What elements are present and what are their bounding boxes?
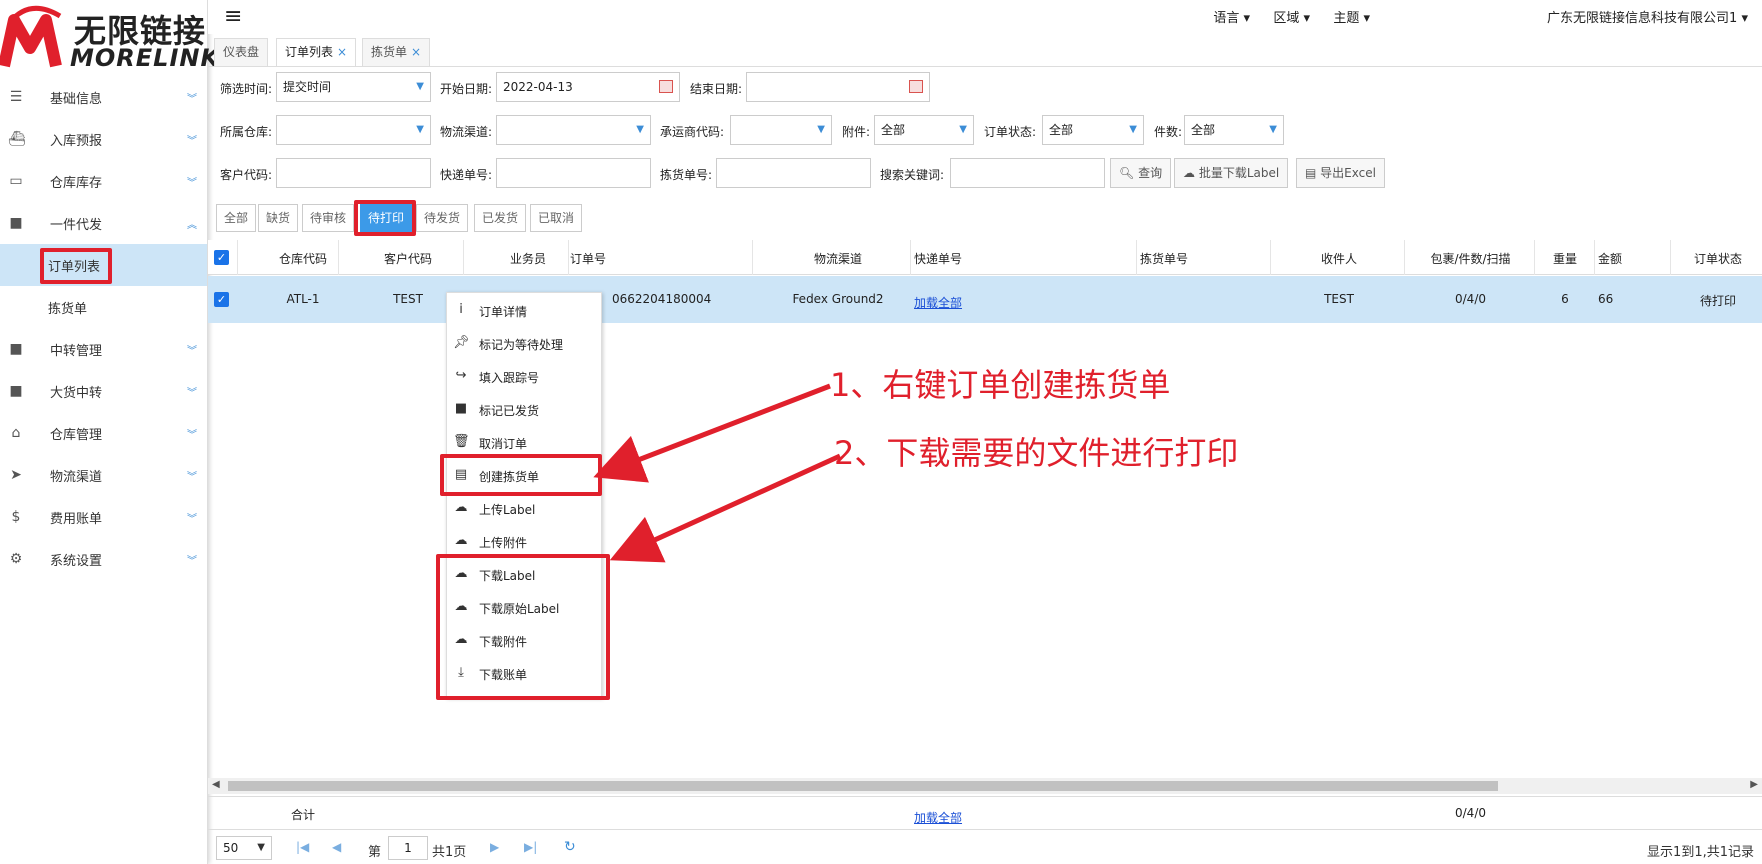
arrow-step1	[593, 383, 831, 483]
arrow-step2	[609, 453, 842, 563]
annotation-arrows	[593, 383, 842, 563]
